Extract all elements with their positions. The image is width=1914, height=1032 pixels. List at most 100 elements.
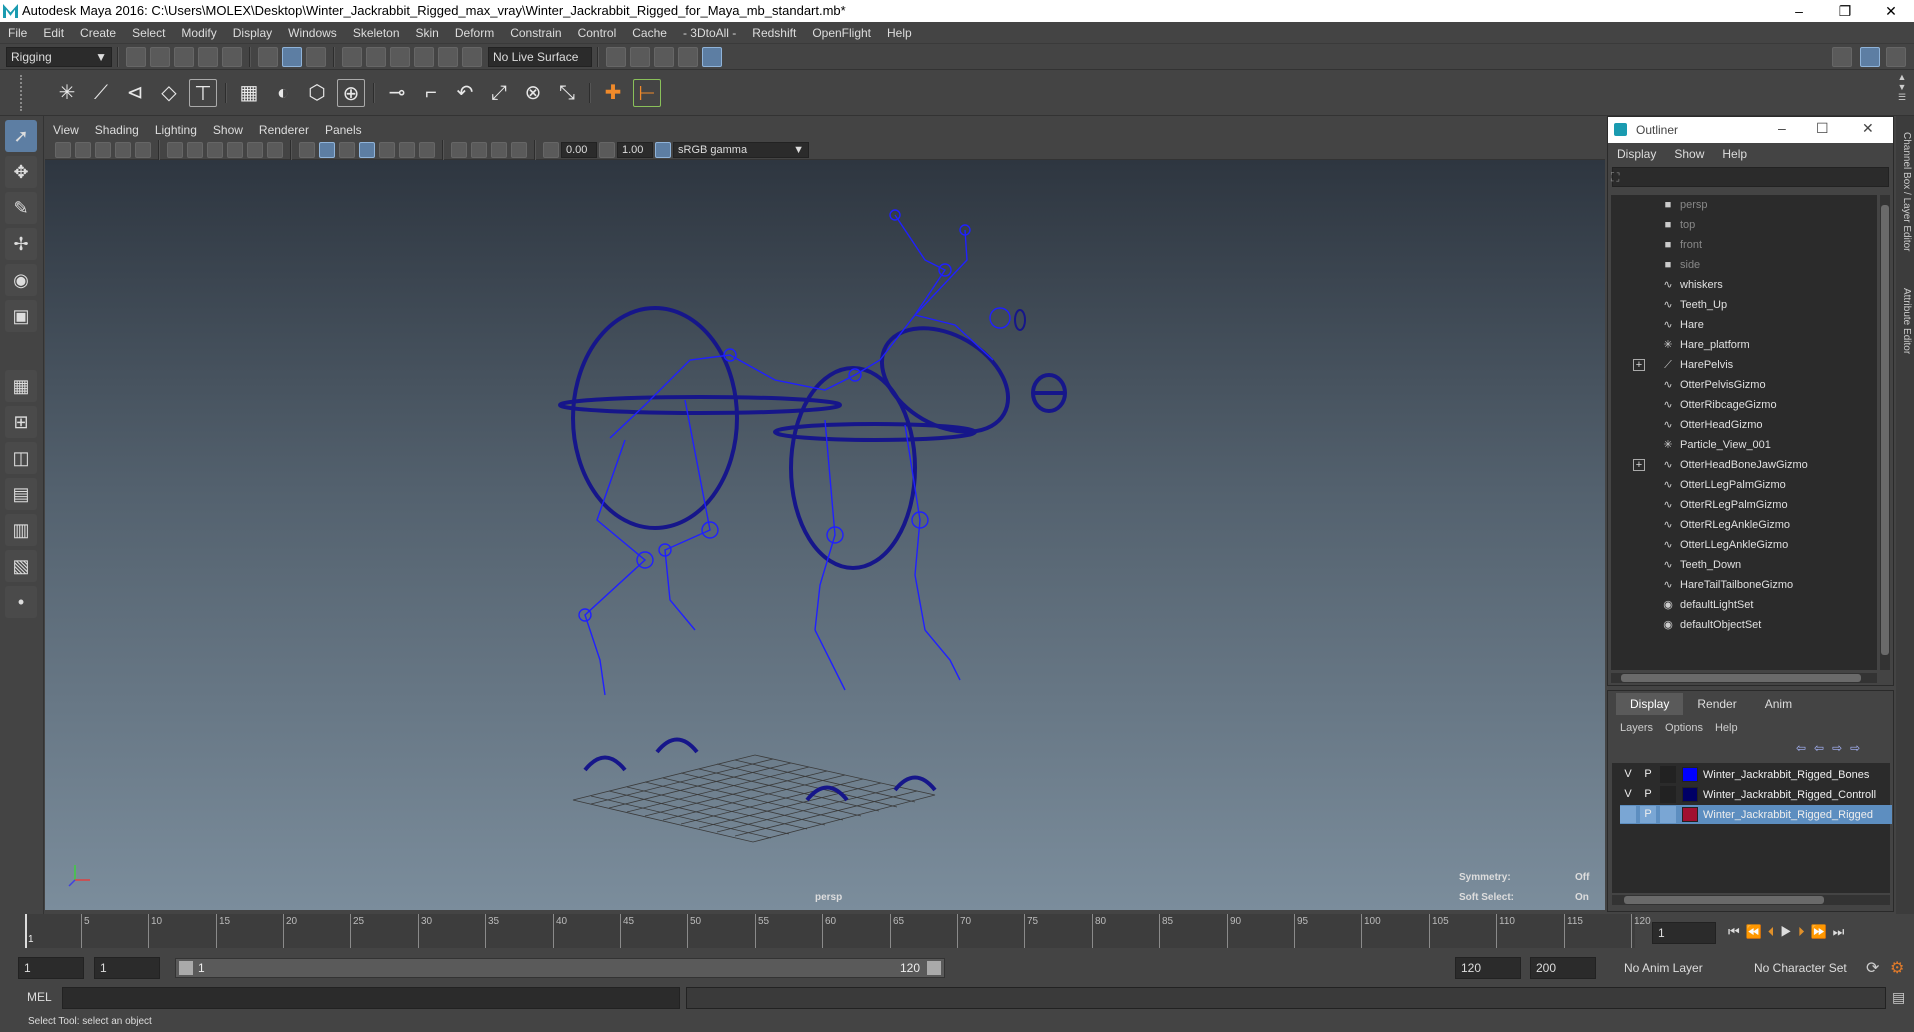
snap-point-icon[interactable]	[390, 46, 410, 67]
safe-action-icon[interactable]	[267, 141, 283, 158]
film-gate-icon[interactable]	[187, 141, 203, 158]
colorspace-dropdown[interactable]: sRGB gamma ▼	[673, 141, 809, 158]
select-object-icon[interactable]	[282, 46, 302, 67]
live-surface-field[interactable]: No Live Surface	[488, 46, 592, 67]
layout-graph-icon[interactable]: ▥	[5, 514, 37, 546]
menu-modify[interactable]: Modify	[173, 22, 224, 44]
field-chart-icon[interactable]	[247, 141, 263, 158]
lattice-icon[interactable]: ⬡	[303, 79, 331, 107]
panel-menu-panels[interactable]: Panels	[317, 120, 370, 140]
menu-select[interactable]: Select	[124, 22, 173, 44]
snap-grid-icon[interactable]	[342, 46, 362, 67]
time-ruler[interactable]: 1 5 10 15 20 25 30 35 40 45 50 55 60 65 70 75 80 85 90 95 1…	[25, 914, 1651, 948]
select-tool-icon[interactable]: ➚	[5, 120, 37, 152]
frame-selected-icon[interactable]	[511, 141, 527, 158]
render-view-icon[interactable]	[702, 46, 722, 67]
layer-hscrollbar[interactable]	[1612, 895, 1890, 905]
playback-controls[interactable]: ⏮⏪⏴▶⏵⏩⏭	[1728, 924, 1850, 940]
menu-openflight[interactable]: OpenFlight	[804, 22, 879, 44]
playback-end-field[interactable]: 120	[1455, 957, 1521, 979]
layout-icon[interactable]	[1860, 47, 1880, 67]
parent-constraint-icon[interactable]: ⊗	[519, 79, 547, 107]
use-lights-icon[interactable]	[339, 141, 355, 158]
xray-icon[interactable]	[359, 141, 375, 158]
outliner-search-input[interactable]: ⛶	[1611, 167, 1889, 187]
snap-view-plane-icon[interactable]	[414, 46, 434, 67]
cluster-icon[interactable]: ⊕	[337, 78, 365, 107]
menu-skeleton[interactable]: Skeleton	[345, 22, 408, 44]
point-constraint-icon[interactable]: ⊸	[383, 79, 411, 107]
panel-menu-view[interactable]: View	[45, 120, 87, 140]
outliner-hscrollbar[interactable]	[1611, 673, 1877, 683]
anim-layer-dropdown[interactable]: No Anim Layer	[1618, 957, 1743, 979]
outliner-item[interactable]: ∿ OtterLLegAnkleGizmo	[1611, 535, 1877, 555]
scale-tool-icon[interactable]: ▣	[5, 300, 37, 332]
hypershade-icon[interactable]	[678, 46, 698, 67]
menu-control[interactable]: Control	[570, 22, 625, 44]
outliner-menu-show[interactable]: Show	[1665, 143, 1713, 165]
character-set-dropdown[interactable]: No Character Set	[1748, 957, 1866, 979]
color-management-icon[interactable]	[655, 141, 671, 158]
outliner-item[interactable]: ✳ Particle_View_001	[1611, 435, 1877, 455]
open-scene-icon[interactable]	[150, 46, 170, 67]
shadows-icon[interactable]	[379, 141, 395, 158]
layer-action-icons[interactable]: ⇦⇦⇨⇨	[1796, 741, 1868, 755]
outliner-item[interactable]: + ∿ OtterHeadBoneJawGizmo	[1611, 455, 1877, 475]
layout-two-icon[interactable]: ◫	[5, 442, 37, 474]
layout-single-icon[interactable]: ▦	[5, 370, 37, 402]
outliner-item[interactable]: ∿ OtterHeadGizmo	[1611, 415, 1877, 435]
orient-constraint-icon[interactable]: ↶	[451, 79, 479, 107]
select-component-icon[interactable]	[306, 46, 326, 67]
panel-menu-show[interactable]: Show	[205, 120, 251, 140]
expand-icon[interactable]: +	[1633, 359, 1645, 371]
grease-pencil-icon[interactable]	[135, 141, 151, 158]
menu-deform[interactable]: Deform	[447, 22, 502, 44]
select-hierarchy-icon[interactable]	[258, 46, 278, 67]
image-plane-icon[interactable]	[115, 141, 131, 158]
range-start-handle[interactable]	[179, 961, 193, 975]
range-end-handle[interactable]	[927, 961, 941, 975]
menu-display[interactable]: Display	[225, 22, 280, 44]
layer-playback[interactable]: P	[1640, 786, 1656, 803]
menu-windows[interactable]: Windows	[280, 22, 345, 44]
save-scene-icon[interactable]	[174, 46, 194, 67]
layer-row-selected[interactable]: P Winter_Jackrabbit_Rigged_Rigged	[1620, 805, 1892, 824]
layer-visibility[interactable]: V	[1620, 786, 1636, 803]
xray-joints-icon[interactable]	[471, 141, 487, 158]
panel-menu-shading[interactable]: Shading	[87, 120, 147, 140]
minimize-button[interactable]: –	[1776, 0, 1822, 22]
motion-blur-icon[interactable]	[419, 141, 435, 158]
outliner-vscrollbar[interactable]	[1880, 195, 1890, 670]
pole-vector-icon[interactable]: ⤡	[553, 79, 581, 107]
menu-skin[interactable]: Skin	[408, 22, 447, 44]
playback-start-field[interactable]: 1	[94, 957, 160, 979]
panel-menu-renderer[interactable]: Renderer	[251, 120, 317, 140]
panel-menu-lighting[interactable]: Lighting	[147, 120, 205, 140]
gate-mask-icon[interactable]	[227, 141, 243, 158]
outliner-item[interactable]: ∿ OtterRLegPalmGizmo	[1611, 495, 1877, 515]
resolution-gate-icon[interactable]	[207, 141, 223, 158]
shelf-scroll-arrows-icon[interactable]: ▲ ▼ ☰	[1896, 72, 1908, 102]
layer-row[interactable]: V P Winter_Jackrabbit_Rigged_Bones	[1620, 765, 1892, 784]
attribute-editor-tab[interactable]: Attribute Editor	[1898, 288, 1912, 354]
menu-help[interactable]: Help	[879, 22, 920, 44]
outliner-list[interactable]: ■ persp ■ top ■ front ■ side ∿ whiskers ∿ Teeth_Up ∿…	[1611, 195, 1877, 670]
outliner-menu-display[interactable]: Display	[1608, 143, 1665, 165]
outliner-vscroll-thumb[interactable]	[1881, 205, 1889, 655]
outliner-minimize-button[interactable]: –	[1778, 120, 1786, 136]
workspace-icon[interactable]	[1832, 47, 1852, 67]
outliner-item[interactable]: ∿ OtterRLegAnkleGizmo	[1611, 515, 1877, 535]
camera-attributes-icon[interactable]	[75, 141, 91, 158]
outliner-item[interactable]: + ⟋ HarePelvis	[1611, 355, 1877, 375]
outliner-hscroll-thumb[interactable]	[1621, 674, 1861, 682]
menu-set-dropdown[interactable]: Rigging ▼	[6, 46, 112, 67]
layer-playback[interactable]: P	[1640, 766, 1656, 783]
panel-toggle-icon[interactable]	[1886, 47, 1906, 67]
layer-menu-help[interactable]: Help	[1709, 722, 1744, 734]
bookmark-icon[interactable]	[95, 141, 111, 158]
outliner-item[interactable]: ■ front	[1611, 235, 1877, 255]
ipr-render-icon[interactable]	[630, 46, 650, 67]
create-joints-icon[interactable]: ✳	[53, 79, 81, 107]
menu-create[interactable]: Create	[72, 22, 124, 44]
move-tool-icon[interactable]: ✢	[5, 228, 37, 260]
